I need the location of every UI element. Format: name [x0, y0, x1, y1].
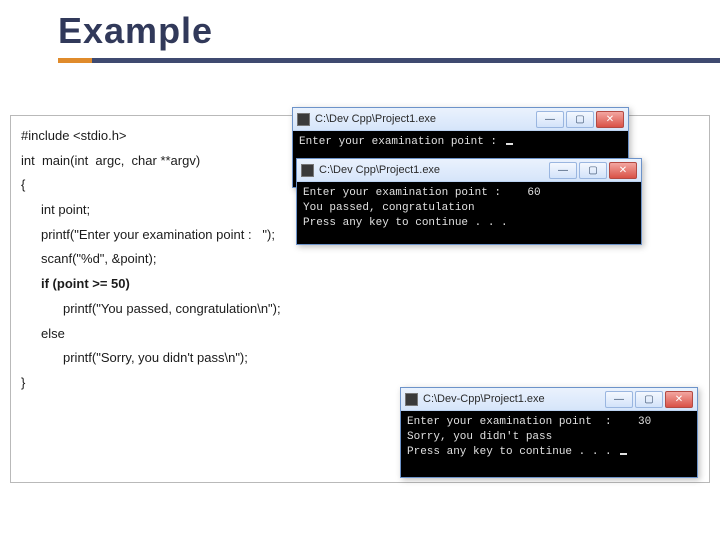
console-line: Enter your examination point : 60	[303, 187, 541, 199]
close-button[interactable]: ✕	[609, 162, 637, 179]
console-line: You passed, congratulation	[303, 202, 475, 214]
console-output: Enter your examination point : 30 Sorry,…	[401, 411, 697, 477]
console-output: Enter your examination point : 60 You pa…	[297, 182, 641, 244]
app-icon	[301, 164, 314, 177]
code-line: scanf("%d", &point);	[21, 247, 699, 272]
console-line: Press any key to continue . . .	[303, 217, 508, 229]
app-icon	[405, 393, 418, 406]
code-line: printf("You passed, congratulation\n");	[21, 297, 699, 322]
app-icon	[297, 113, 310, 126]
keyword-if: if (	[41, 276, 57, 291]
cursor-icon	[620, 453, 627, 455]
titlebar[interactable]: C:\Dev-Cpp\Project1.exe — ▢ ✕	[401, 388, 697, 411]
code-line: printf("Sorry, you didn't pass\n");	[21, 346, 699, 371]
titlebar[interactable]: C:\Dev Cpp\Project1.exe — ▢ ✕	[297, 159, 641, 182]
console-line: Press any key to continue . . .	[407, 446, 618, 458]
code-line: if (point >= 50)	[21, 272, 699, 297]
minimize-button[interactable]: —	[605, 391, 633, 408]
slide-title: Example	[58, 10, 720, 52]
maximize-button[interactable]: ▢	[566, 111, 594, 128]
cursor-icon	[506, 143, 513, 145]
minimize-button[interactable]: —	[549, 162, 577, 179]
code-cond: point >= 50)	[57, 276, 130, 291]
console-line: Enter your examination point : 30	[407, 416, 651, 428]
maximize-button[interactable]: ▢	[635, 391, 663, 408]
console-window-3: C:\Dev-Cpp\Project1.exe — ▢ ✕ Enter your…	[400, 387, 698, 478]
close-button[interactable]: ✕	[665, 391, 693, 408]
titlebar[interactable]: C:\Dev Cpp\Project1.exe — ▢ ✕	[293, 108, 628, 131]
window-title: C:\Dev Cpp\Project1.exe	[319, 164, 549, 176]
console-line: Enter your examination point :	[299, 136, 504, 148]
close-button[interactable]: ✕	[596, 111, 624, 128]
window-title: C:\Dev Cpp\Project1.exe	[315, 113, 536, 125]
title-underline	[58, 58, 720, 63]
code-line: else	[21, 322, 699, 347]
minimize-button[interactable]: —	[536, 111, 564, 128]
maximize-button[interactable]: ▢	[579, 162, 607, 179]
console-window-2: C:\Dev Cpp\Project1.exe — ▢ ✕ Enter your…	[296, 158, 642, 245]
console-line: Sorry, you didn't pass	[407, 431, 552, 443]
window-title: C:\Dev-Cpp\Project1.exe	[423, 393, 605, 405]
